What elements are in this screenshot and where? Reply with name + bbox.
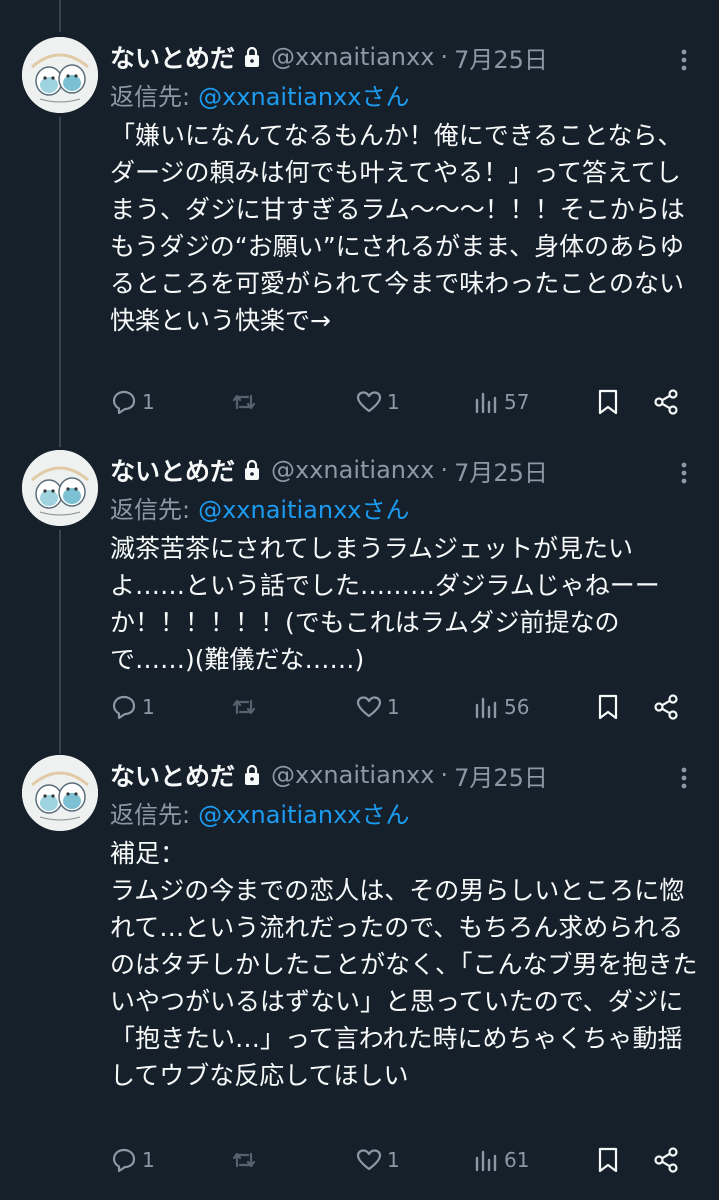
like-count: 1 [387, 695, 400, 719]
like-button[interactable]: 1 [355, 1140, 400, 1180]
bookmark-icon [598, 1147, 618, 1173]
bookmark-button[interactable] [594, 1140, 622, 1180]
separator-dot: · [440, 456, 449, 484]
reply-count: 1 [142, 390, 155, 414]
timestamp[interactable]: 7月25日 [454, 40, 548, 75]
like-count: 1 [387, 1148, 400, 1172]
views-button[interactable]: 57 [472, 382, 529, 422]
reply-button[interactable]: 1 [110, 687, 155, 727]
share-icon [654, 694, 678, 720]
display-name[interactable]: ないとめだ [110, 757, 235, 793]
action-bar: 1 1 61 [110, 1140, 690, 1180]
avatar[interactable] [22, 755, 98, 831]
reply-button[interactable]: 1 [110, 382, 155, 422]
views-icon [475, 392, 497, 414]
avatar[interactable] [22, 37, 98, 113]
retweet-icon [232, 394, 256, 410]
display-name[interactable]: ないとめだ [110, 452, 235, 488]
reply-icon [112, 695, 136, 720]
like-count: 1 [387, 390, 400, 414]
separator-dot: · [440, 43, 449, 71]
views-button[interactable]: 61 [472, 1140, 529, 1180]
handle[interactable]: @xxnaitianxx [271, 43, 434, 71]
retweet-icon [232, 699, 256, 715]
reply-icon [112, 1148, 136, 1173]
view-count: 61 [504, 1148, 530, 1172]
bookmark-button[interactable] [594, 382, 622, 422]
more-icon[interactable] [681, 49, 687, 71]
tweet-text: 「嫌いになんてなるもんか！俺にできることなら、ダージの頼みは何でも叶えてやる！」… [110, 121, 685, 335]
share-icon [654, 389, 678, 415]
tweet-text: 補足： ラムジの今までの恋人は、その男らしいところに惚れて…という流れだったので… [110, 839, 698, 1090]
tweet-text: 滅茶苦茶にされてしまうラムジェットが見たいよ……という話でした………ダジラムじゃ… [110, 534, 660, 674]
views-button[interactable]: 56 [472, 687, 529, 727]
bookmark-icon [598, 694, 618, 720]
avatar[interactable] [22, 450, 98, 526]
reply-target-link[interactable]: @xxnaitianxxさん [198, 496, 409, 524]
bookmark-icon [598, 389, 618, 415]
share-icon [654, 1147, 678, 1173]
retweet-button[interactable] [230, 1140, 262, 1180]
thread-line [59, 530, 61, 754]
lock-icon [245, 46, 260, 67]
reply-icon [112, 390, 136, 415]
reply-target-link[interactable]: @xxnaitianxxさん [198, 801, 409, 829]
timestamp[interactable]: 7月25日 [454, 758, 548, 793]
view-count: 57 [504, 390, 530, 414]
reply-target-link[interactable]: @xxnaitianxxさん [198, 83, 409, 111]
more-icon[interactable] [681, 462, 687, 484]
like-button[interactable]: 1 [355, 382, 400, 422]
action-bar: 1 1 57 [110, 382, 690, 422]
views-icon [475, 697, 497, 719]
share-button[interactable] [652, 1140, 680, 1180]
retweet-button[interactable] [230, 382, 262, 422]
reply-count: 1 [142, 695, 155, 719]
view-count: 56 [504, 695, 530, 719]
like-button[interactable]: 1 [355, 687, 400, 727]
display-name[interactable]: ないとめだ [110, 39, 235, 75]
reply-context: 返信先: @xxnaitianxxさん [110, 490, 410, 525]
views-icon [475, 1150, 497, 1172]
retweet-button[interactable] [230, 687, 262, 727]
timestamp[interactable]: 7月25日 [454, 453, 548, 488]
separator-dot: · [440, 761, 449, 789]
reply-context: 返信先: @xxnaitianxxさん [110, 795, 410, 830]
thread-line [59, 0, 61, 32]
reply-count: 1 [142, 1148, 155, 1172]
bookmark-button[interactable] [594, 687, 622, 727]
lock-icon [245, 459, 260, 480]
handle[interactable]: @xxnaitianxx [271, 761, 434, 789]
more-icon[interactable] [681, 767, 687, 789]
reply-button[interactable]: 1 [110, 1140, 155, 1180]
reply-label: 返信先: [110, 83, 191, 111]
thread-line [59, 117, 61, 447]
tweet[interactable]: ないとめだ @xxnaitianxx · 7月25日 返信先: @xxnaitia… [0, 37, 719, 447]
reply-context: 返信先: @xxnaitianxxさん [110, 77, 410, 112]
share-button[interactable] [652, 687, 680, 727]
tweet[interactable]: ないとめだ @xxnaitianxx · 7月25日 返信先: @xxnaitia… [0, 450, 719, 754]
retweet-icon [232, 1152, 256, 1168]
tweet[interactable]: ないとめだ @xxnaitianxx · 7月25日 返信先: @xxnaitia… [0, 755, 719, 1195]
action-bar: 1 1 56 [110, 687, 690, 727]
lock-icon [245, 764, 260, 785]
heart-icon [356, 391, 382, 413]
reply-label: 返信先: [110, 496, 191, 524]
share-button[interactable] [652, 382, 680, 422]
heart-icon [356, 696, 382, 718]
handle[interactable]: @xxnaitianxx [271, 456, 434, 484]
reply-label: 返信先: [110, 801, 191, 829]
heart-icon [356, 1149, 382, 1171]
